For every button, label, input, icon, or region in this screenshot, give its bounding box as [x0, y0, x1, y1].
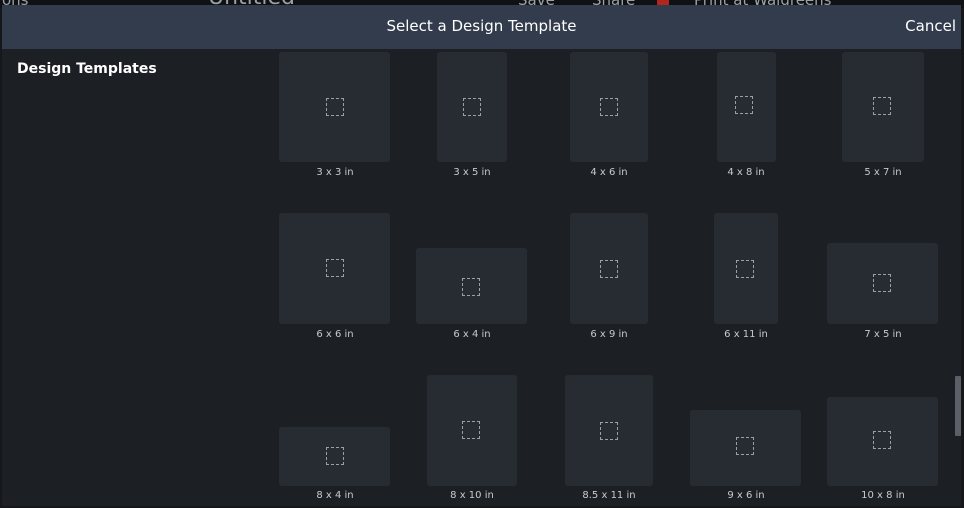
frame-placeholder-icon — [326, 447, 344, 465]
scrollbar-thumb[interactable] — [955, 376, 961, 436]
template-label: 7 x 5 in — [864, 329, 902, 340]
frame-placeholder-icon — [600, 260, 618, 278]
template-label: 9 x 6 in — [727, 490, 765, 501]
frame-placeholder-icon — [462, 278, 480, 296]
frame-placeholder-icon — [873, 431, 891, 449]
template-label: 4 x 8 in — [727, 167, 765, 178]
template-label: 10 x 8 in — [861, 490, 905, 501]
template-label: 6 x 4 in — [453, 329, 491, 340]
cancel-button[interactable]: Cancel — [905, 17, 956, 35]
dialog-header: Select a Design Template Cancel — [2, 5, 961, 49]
vertical-scrollbar[interactable] — [955, 49, 961, 506]
frame-placeholder-icon — [600, 422, 618, 440]
frame-placeholder-icon — [326, 259, 344, 277]
template-label: 8 x 4 in — [316, 490, 354, 501]
frame-placeholder-icon — [735, 96, 753, 114]
template-grid: 3 x 3 in 3 x 5 in 4 x 6 in 4 x 8 in 5 x … — [2, 49, 961, 506]
template-label: 6 x 11 in — [724, 329, 768, 340]
frame-placeholder-icon — [873, 274, 891, 292]
template-label: 8 x 10 in — [450, 490, 494, 501]
template-label: 6 x 9 in — [590, 329, 628, 340]
frame-placeholder-icon — [736, 437, 754, 455]
frame-placeholder-icon — [600, 98, 618, 116]
template-label: 6 x 6 in — [316, 329, 354, 340]
dialog-title: Select a Design Template — [386, 17, 577, 35]
template-label: 8.5 x 11 in — [582, 490, 636, 501]
select-template-dialog: Select a Design Template Cancel Design T… — [2, 5, 961, 506]
frame-placeholder-icon — [873, 97, 891, 115]
template-label: 4 x 6 in — [590, 167, 628, 178]
frame-placeholder-icon — [736, 260, 754, 278]
frame-placeholder-icon — [326, 98, 344, 116]
frame-placeholder-icon — [463, 98, 481, 116]
template-label: 3 x 5 in — [453, 167, 491, 178]
template-label: 5 x 7 in — [864, 167, 902, 178]
frame-placeholder-icon — [462, 421, 480, 439]
template-label: 3 x 3 in — [316, 167, 354, 178]
